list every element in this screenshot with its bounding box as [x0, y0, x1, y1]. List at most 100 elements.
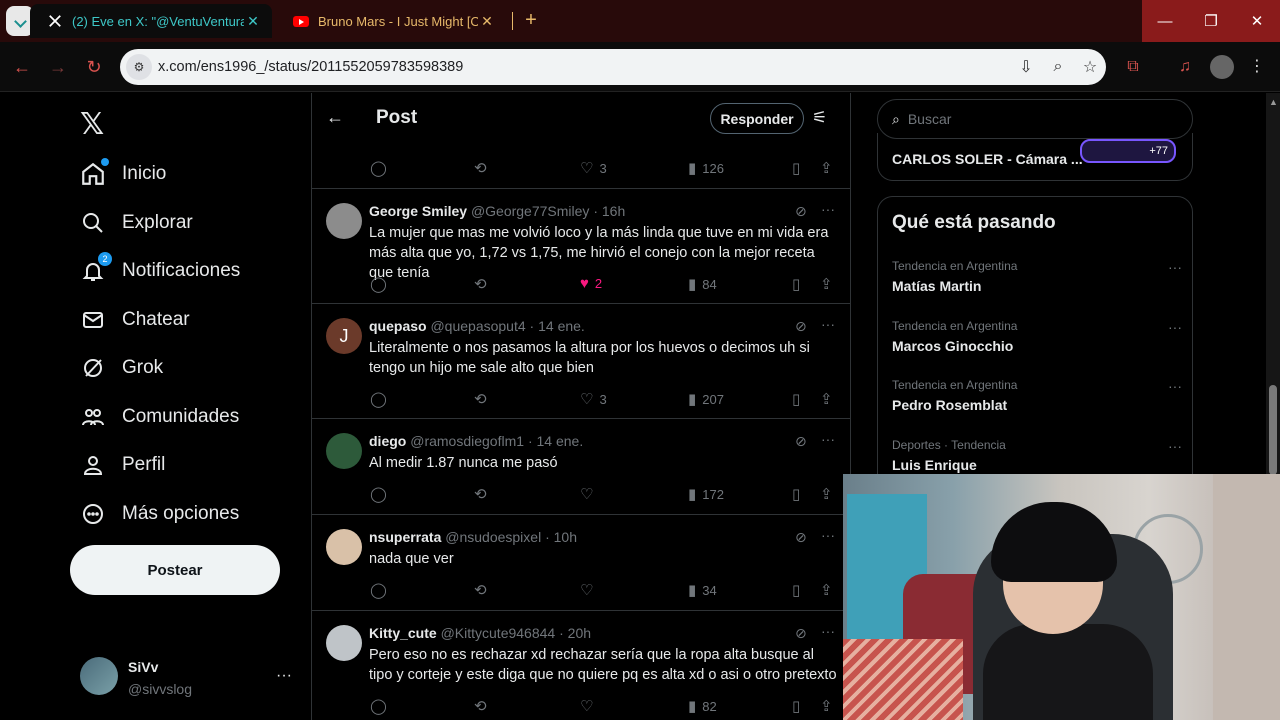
more-dots-icon[interactable]: ···: [821, 527, 835, 543]
bookmark-action[interactable]: ▯: [792, 485, 806, 503]
back-arrow-icon[interactable]: ←: [326, 107, 344, 128]
reply-action[interactable]: ◯: [370, 390, 393, 408]
grok-explain-icon[interactable]: ⊘: [795, 433, 807, 450]
retweet-action[interactable]: ⟲: [474, 159, 493, 177]
like-action[interactable]: ♥ 2: [580, 275, 602, 292]
reply-item[interactable]: diego @ramosdiegoflm1 · 14 ene. ⊘ ··· Al…: [312, 419, 850, 515]
reply-author-name[interactable]: Kitty_cute: [369, 625, 437, 641]
like-action[interactable]: ♡ 3: [580, 159, 607, 177]
new-tab-button[interactable]: +: [520, 10, 542, 32]
retweet-action[interactable]: ⟲: [474, 275, 493, 293]
more-dots-icon[interactable]: ···: [1168, 438, 1182, 454]
reply-handle[interactable]: @George77Smiley: [471, 203, 590, 219]
reply-handle[interactable]: @quepasoput4: [430, 318, 525, 334]
url-text[interactable]: x.com/ens1996_/status/201155205978359838…: [158, 59, 1010, 75]
bookmark-action[interactable]: ▯: [792, 581, 806, 599]
restore-button[interactable]: ❐: [1188, 0, 1234, 42]
bookmark-star-icon[interactable]: ☆: [1074, 57, 1106, 77]
trend-item[interactable]: Tendencia en Argentina Matías Martin ···: [892, 259, 1182, 303]
reply-item[interactable]: J quepaso @quepasoput4 · 14 ene. ⊘ ··· L…: [312, 304, 850, 419]
bookmark-action[interactable]: ▯: [792, 159, 806, 177]
address-bar[interactable]: ⚙ x.com/ens1996_/status/2011552059783598…: [120, 49, 1106, 85]
back-button[interactable]: ←: [10, 55, 34, 79]
tab-eve-post[interactable]: (2) Eve en X: "@VentuVentura_ D ✕: [30, 4, 272, 38]
avatar[interactable]: [326, 625, 362, 661]
reply-action[interactable]: ◯: [370, 697, 393, 715]
retweet-action[interactable]: ⟲: [474, 390, 493, 408]
retweet-action[interactable]: ⟲: [474, 485, 493, 503]
tab-bruno-mars[interactable]: Bruno Mars - I Just Might [Offic ✕: [276, 4, 506, 38]
avatar[interactable]: [326, 203, 362, 239]
reply-button[interactable]: Responder: [710, 103, 804, 134]
account-switcher[interactable]: SiVv @sivvslog ···: [80, 657, 300, 699]
reply-author-name[interactable]: nsuperrata: [369, 529, 441, 545]
reply-author-name[interactable]: quepaso: [369, 318, 427, 334]
reply-time[interactable]: 14 ene.: [537, 433, 584, 449]
avatar[interactable]: [326, 433, 362, 469]
sidebar-item-inicio[interactable]: Inicio: [80, 154, 166, 194]
reply-action[interactable]: ◯: [370, 159, 393, 177]
sidebar-item-notificaciones[interactable]: 2 Notificaciones: [80, 251, 240, 291]
sidebar-item-mas-opciones[interactable]: Más opciones: [80, 494, 239, 534]
reply-time[interactable]: 20h: [568, 625, 591, 641]
media-control-icon[interactable]: ♫: [1174, 56, 1196, 78]
grok-explain-icon[interactable]: ⊘: [795, 529, 807, 546]
reply-action[interactable]: ◯: [370, 581, 393, 599]
share-action[interactable]: ⇪: [820, 485, 839, 503]
avatar[interactable]: [326, 529, 362, 565]
bookmark-action[interactable]: ▯: [792, 390, 806, 408]
retweet-action[interactable]: ⟲: [474, 581, 493, 599]
install-app-icon[interactable]: ⇩: [1010, 57, 1042, 77]
reply-item[interactable]: nsuperrata @nsudoespixel · 10h ⊘ ··· nad…: [312, 515, 850, 611]
bookmark-action[interactable]: ▯: [792, 697, 806, 715]
sidebar-item-perfil[interactable]: Perfil: [80, 445, 165, 485]
like-action[interactable]: ♡: [580, 581, 599, 599]
extensions-icon[interactable]: ⧉: [1122, 56, 1144, 78]
more-dots-icon[interactable]: ···: [276, 667, 292, 685]
sidebar-item-comunidades[interactable]: Comunidades: [80, 397, 239, 437]
live-listeners[interactable]: +77: [1080, 139, 1176, 163]
live-space-title[interactable]: CARLOS SOLER - Cámara ...: [892, 151, 1083, 167]
more-dots-icon[interactable]: ···: [821, 201, 835, 217]
site-info-icon[interactable]: ⚙: [126, 54, 152, 80]
tab-close-icon[interactable]: ✕: [244, 12, 262, 30]
bookmark-action[interactable]: ▯: [792, 275, 806, 293]
reply-item[interactable]: Kitty_cute @Kittycute946844 · 20h ⊘ ··· …: [312, 611, 850, 720]
more-dots-icon[interactable]: ···: [821, 623, 835, 639]
share-action[interactable]: ⇪: [820, 581, 839, 599]
like-action[interactable]: ♡ 3: [580, 390, 607, 408]
like-action[interactable]: ♡: [580, 697, 599, 715]
more-dots-icon[interactable]: ···: [821, 316, 835, 332]
post-button[interactable]: Postear: [70, 545, 280, 595]
views-action[interactable]: ▮ 34: [688, 581, 717, 599]
views-action[interactable]: ▮ 172: [688, 485, 724, 503]
reply-item[interactable]: George Smiley @George77Smiley · 16h ⊘ ··…: [312, 189, 850, 304]
sidebar-item-explorar[interactable]: Explorar: [80, 203, 193, 243]
live-space-card[interactable]: CARLOS SOLER - Cámara ... +77: [877, 133, 1193, 181]
close-window-button[interactable]: ✕: [1234, 0, 1280, 42]
views-action[interactable]: ▮ 84: [688, 275, 717, 293]
reply-author-name[interactable]: diego: [369, 433, 406, 449]
reply-handle[interactable]: @ramosdiegoflm1: [410, 433, 524, 449]
reply-handle[interactable]: @Kittycute946844: [441, 625, 556, 641]
share-action[interactable]: ⇪: [820, 159, 839, 177]
tab-close-icon[interactable]: ✕: [478, 12, 496, 30]
reply-author-name[interactable]: George Smiley: [369, 203, 467, 219]
more-dots-icon[interactable]: ···: [1168, 319, 1182, 335]
more-dots-icon[interactable]: ···: [1168, 259, 1182, 275]
reply-time[interactable]: 14 ene.: [538, 318, 585, 334]
search-input[interactable]: ⌕ Buscar: [877, 99, 1193, 139]
trend-item[interactable]: Tendencia en Argentina Pedro Rosemblat ·…: [892, 378, 1182, 422]
scroll-up-arrow-icon[interactable]: ▲: [1269, 97, 1278, 107]
trend-item[interactable]: Tendencia en Argentina Marcos Ginocchio …: [892, 319, 1182, 363]
share-action[interactable]: ⇪: [820, 390, 839, 408]
views-action[interactable]: ▮ 82: [688, 697, 717, 715]
grok-explain-icon[interactable]: ⊘: [795, 625, 807, 642]
grok-explain-icon[interactable]: ⊘: [795, 318, 807, 335]
reply-time[interactable]: 10h: [554, 529, 577, 545]
views-action[interactable]: ▮ 126: [688, 159, 724, 177]
scrollbar-thumb[interactable]: [1269, 385, 1277, 475]
like-action[interactable]: ♡: [580, 485, 599, 503]
reply-action[interactable]: ◯: [370, 485, 393, 503]
avatar[interactable]: J: [326, 318, 362, 354]
